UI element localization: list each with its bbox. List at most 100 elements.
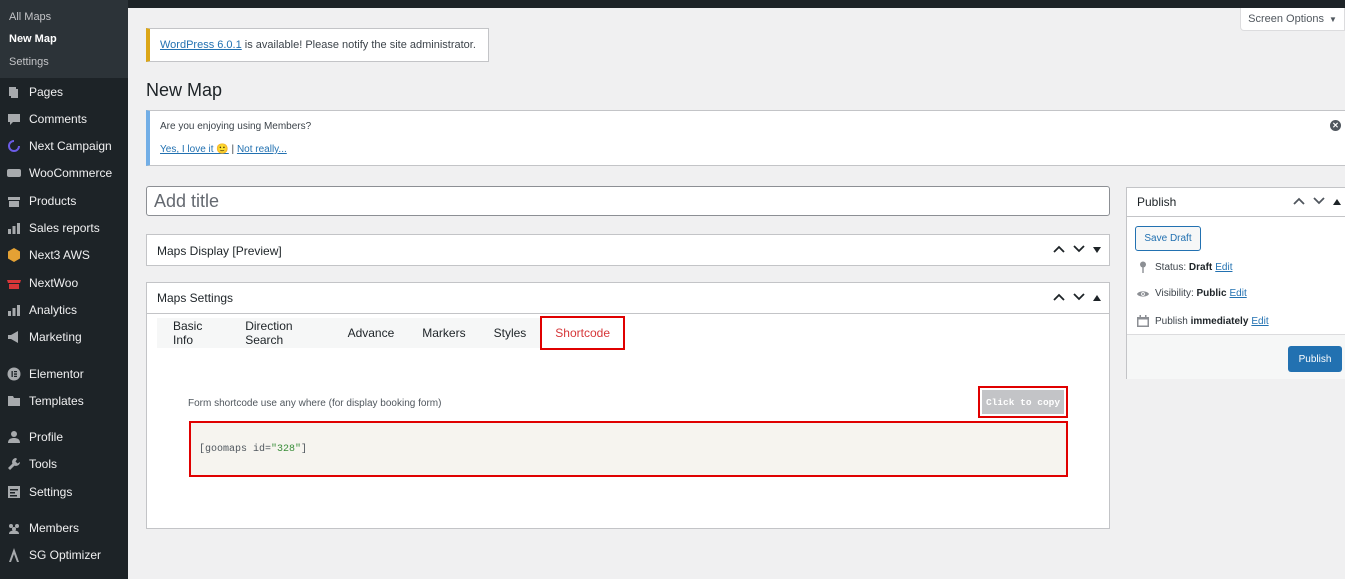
maps-submenu: All Maps New Map Settings: [0, 0, 128, 78]
sidebar-item-label: Settings: [29, 485, 73, 499]
submenu-item-all-maps[interactable]: All Maps: [9, 11, 51, 23]
shortcode-field[interactable]: [goomaps id= "328"]: [189, 421, 1068, 477]
sidebar-item-label: Marketing: [29, 330, 82, 344]
sidebar-item-profile[interactable]: Profile: [0, 424, 128, 450]
schedule-value: immediately: [1190, 315, 1249, 327]
members-notice: Are you enjoying using Members? Yes, I l…: [146, 110, 1345, 166]
close-icon[interactable]: ✕: [1330, 120, 1341, 131]
maps-settings-header[interactable]: Maps Settings: [147, 283, 1109, 314]
sidebar-item-sg-optimizer[interactable]: SG Optimizer: [0, 542, 128, 568]
publish-postbox: Publish Save Draft Status: Draft Edit Vis…: [1126, 187, 1345, 379]
publish-actions: Publish: [1127, 334, 1345, 379]
sidebar-item-label: Templates: [29, 394, 84, 408]
sidebar-item-label: Members: [29, 521, 80, 535]
sidebar-item-label: Profile: [29, 430, 64, 444]
calendar-icon: [1137, 315, 1149, 327]
move-down-icon[interactable]: [1073, 245, 1085, 256]
sidebar-item-sales-reports[interactable]: Sales reports: [0, 215, 128, 241]
sidebar-item-settings[interactable]: Settings: [0, 479, 128, 505]
publish-header[interactable]: Publish: [1127, 188, 1345, 217]
schedule-label: Publish: [1155, 315, 1191, 327]
maps-display-postbox: Maps Display [Preview]: [146, 234, 1110, 266]
sidebar-item-analytics[interactable]: Analytics: [0, 297, 128, 323]
tab-styles[interactable]: Styles: [480, 318, 541, 348]
tab-advance[interactable]: Advance: [334, 318, 409, 348]
sg-optimizer-icon: [7, 548, 21, 562]
update-notice: WordPress 6.0.1 is available! Please not…: [146, 28, 489, 62]
click-to-copy-button[interactable]: Click to copy: [978, 386, 1068, 418]
chevron-down-icon: ▼: [1328, 14, 1337, 24]
toggle-panel-icon[interactable]: [1093, 294, 1101, 303]
shortcode-id-value: "328": [271, 443, 302, 455]
settings-icon: [7, 485, 21, 499]
sidebar-item-elementor[interactable]: Elementor: [0, 361, 128, 387]
not-really-link[interactable]: Not really...: [237, 144, 287, 155]
submenu-item-settings[interactable]: Settings: [9, 56, 49, 68]
status-row: Status: Draft Edit: [1137, 261, 1232, 273]
toggle-panel-icon[interactable]: [1093, 246, 1101, 255]
move-down-icon[interactable]: [1073, 293, 1085, 304]
update-notice-text: is available! Please notify the site adm…: [241, 39, 476, 51]
link-separator: |: [228, 144, 237, 155]
eye-icon: [1137, 289, 1149, 299]
megaphone-icon: [7, 330, 21, 344]
sidebar-item-label: Analytics: [29, 303, 78, 317]
sidebar-item-nextwoo[interactable]: NextWoo: [0, 270, 128, 296]
woocommerce-icon: [7, 166, 21, 180]
sidebar-item-next3-aws[interactable]: Next3 AWS: [0, 242, 128, 268]
sidebar-item-pages[interactable]: Pages: [0, 79, 128, 105]
pin-icon: [1137, 261, 1149, 273]
sidebar-item-next-campaign[interactable]: Next Campaign: [0, 133, 128, 159]
sidebar-item-label: Pages: [29, 85, 64, 99]
sidebar-item-woocommerce[interactable]: WooCommerce: [0, 160, 128, 186]
members-notice-question: Are you enjoying using Members?: [160, 121, 312, 132]
sidebar-item-label: Products: [29, 194, 77, 208]
sidebar-item-label: Next3 AWS: [29, 248, 90, 262]
submenu-item-new-map[interactable]: New Map: [9, 33, 57, 45]
wrench-icon: [7, 457, 21, 471]
postbox-title: Maps Settings: [157, 291, 234, 305]
tab-basic-info[interactable]: Basic Info: [157, 318, 231, 348]
sidebar-item-label: Sales reports: [29, 221, 100, 235]
user-icon: [7, 430, 21, 444]
sidebar-item-tools[interactable]: Tools: [0, 451, 128, 477]
status-value: Draft: [1188, 261, 1213, 273]
sidebar-item-members[interactable]: Members: [0, 515, 128, 541]
tab-markers[interactable]: Markers: [408, 318, 479, 348]
analytics-icon: [7, 303, 21, 317]
move-up-icon[interactable]: [1053, 245, 1065, 256]
sidebar-item-templates[interactable]: Templates: [0, 388, 128, 414]
sidebar-item-products[interactable]: Products: [0, 188, 128, 214]
sidebar-item-label: Comments: [29, 112, 88, 126]
sidebar-item-label: SG Optimizer: [29, 548, 102, 562]
sidebar-item-comments[interactable]: Comments: [0, 106, 128, 132]
settings-tabs: Basic Info Direction Search Advance Mark…: [157, 316, 625, 350]
sidebar-item-marketing[interactable]: Marketing: [0, 324, 128, 350]
edit-schedule-link[interactable]: Edit: [1251, 316, 1268, 327]
title-input[interactable]: [146, 186, 1110, 216]
yes-love-it-link[interactable]: Yes, I love it 🙂: [160, 144, 229, 155]
reports-icon: [7, 221, 21, 235]
sidebar-item-label: Elementor: [29, 367, 84, 381]
maps-settings-postbox: Maps Settings Basic Info Direction Searc…: [146, 282, 1110, 529]
status-label: Status:: [1155, 261, 1189, 273]
folder-icon: [7, 394, 21, 408]
toggle-panel-icon[interactable]: [1333, 198, 1341, 207]
maps-display-header[interactable]: Maps Display [Preview]: [147, 235, 1109, 266]
move-up-icon[interactable]: [1293, 197, 1305, 208]
wordpress-update-link[interactable]: WordPress 6.0.1: [160, 39, 242, 51]
aws-icon: [7, 248, 21, 262]
members-notice-links: Yes, I love it 🙂 | Not really...: [160, 144, 287, 155]
screen-options-label: Screen Options: [1248, 13, 1324, 25]
publish-button[interactable]: Publish: [1288, 346, 1342, 372]
tab-shortcode[interactable]: Shortcode: [540, 316, 625, 350]
move-down-icon[interactable]: [1313, 197, 1325, 208]
edit-visibility-link[interactable]: Edit: [1230, 288, 1247, 299]
save-draft-button[interactable]: Save Draft: [1135, 226, 1201, 251]
store-icon: [7, 276, 21, 290]
sidebar-item-label: Next Campaign: [29, 139, 112, 153]
screen-options-button[interactable]: Screen Options ▼: [1240, 8, 1345, 31]
tab-direction-search[interactable]: Direction Search: [231, 318, 333, 348]
move-up-icon[interactable]: [1053, 293, 1065, 304]
edit-status-link[interactable]: Edit: [1215, 262, 1232, 273]
